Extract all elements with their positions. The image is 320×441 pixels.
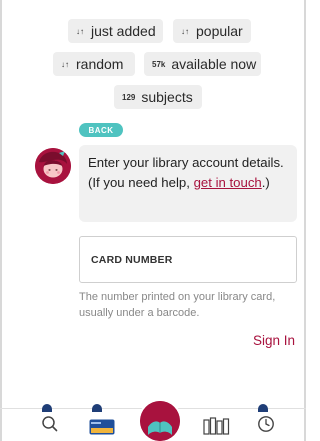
card-number-helper-text: The number printed on your library card,… <box>79 291 276 319</box>
nav-indicator-dot <box>92 404 102 412</box>
nav-library-card[interactable] <box>88 418 116 436</box>
popular-label: popular <box>196 23 243 39</box>
subjects-count: 129 <box>122 92 136 102</box>
available-count: 57k <box>152 59 166 69</box>
subjects-label: subjects <box>141 89 193 105</box>
available-now-chip[interactable]: 57k available now <box>144 52 261 76</box>
search-icon <box>42 416 58 432</box>
just-added-chip[interactable]: ↓↑ just added <box>68 19 163 43</box>
nav-home-button[interactable] <box>140 401 180 441</box>
get-in-touch-link[interactable]: get in touch <box>194 175 262 190</box>
random-label: random <box>76 56 124 72</box>
sign-in-button[interactable]: Sign In <box>253 333 295 348</box>
screen-border-right <box>304 0 306 441</box>
back-button[interactable]: BACK <box>79 123 123 137</box>
libby-face-icon <box>35 148 71 184</box>
popular-chip[interactable]: ↓↑ popular <box>173 19 251 43</box>
sort-icon: ↓↑ <box>61 59 69 69</box>
clock-icon <box>258 416 274 432</box>
nav-search[interactable] <box>40 414 60 434</box>
library-card-icon <box>89 419 115 435</box>
nav-timeline[interactable] <box>256 414 276 434</box>
nav-shelf[interactable] <box>202 416 232 436</box>
libby-home-icon <box>140 401 180 441</box>
sort-icon: ↓↑ <box>181 26 189 36</box>
just-added-label: just added <box>91 23 156 39</box>
message-bubble: Enter your library account details. (If … <box>79 145 297 222</box>
available-now-label: available now <box>171 56 257 72</box>
sort-icon: ↓↑ <box>76 26 84 36</box>
shelf-icon <box>203 417 230 435</box>
nav-indicator-dot <box>42 404 52 412</box>
subjects-chip[interactable]: 129 subjects <box>114 85 202 109</box>
screen-border-left <box>0 0 2 441</box>
card-number-field[interactable]: CARD NUMBER <box>79 236 297 283</box>
card-number-label: CARD NUMBER <box>91 253 173 266</box>
libby-avatar <box>35 148 71 184</box>
message-text-end: .) <box>261 175 270 190</box>
nav-indicator-dot <box>258 404 268 412</box>
random-chip[interactable]: ↓↑ random <box>53 52 135 76</box>
